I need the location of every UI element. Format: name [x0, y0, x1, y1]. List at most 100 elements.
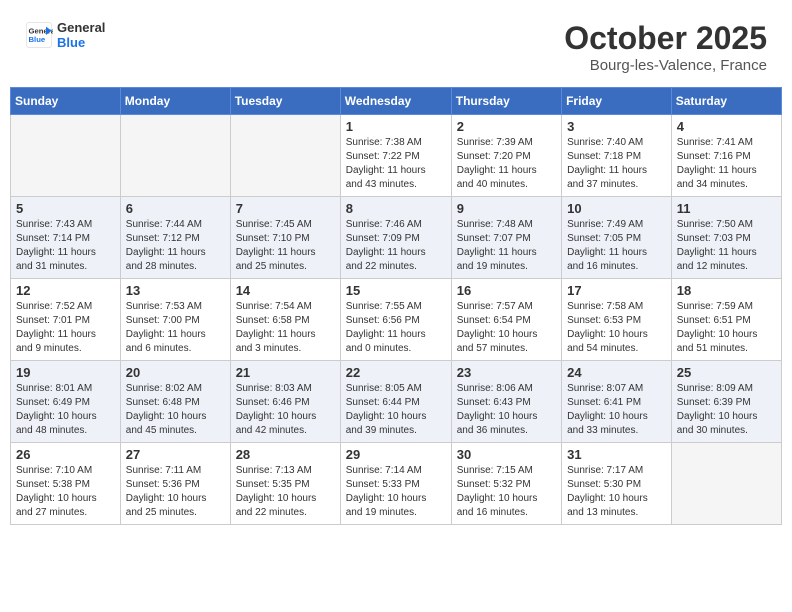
day-info: Sunrise: 7:54 AM Sunset: 6:58 PM Dayligh…: [236, 300, 335, 356]
calendar-day-cell: 15 Sunrise: 7:55 AM Sunset: 6:56 PM Dayli…: [340, 279, 451, 361]
calendar-day-cell: 25 Sunrise: 8:09 AM Sunset: 6:39 PM Dayli…: [671, 361, 781, 443]
calendar-day-cell: [11, 115, 121, 197]
calendar-day-cell: 31Sunrise: 7:17 AM Sunset: 5:30 PM Dayli…: [562, 443, 672, 525]
calendar-day-cell: 30 Sunrise: 7:15 AM Sunset: 5:32 PM Dayli…: [451, 443, 561, 525]
day-info: Sunrise: 7:17 AM Sunset: 5:30 PM Dayligh…: [567, 464, 666, 520]
weekday-header: Tuesday: [230, 88, 340, 115]
weekday-header: Sunday: [11, 88, 121, 115]
day-number: 17: [567, 283, 666, 298]
calendar-day-cell: 19Sunrise: 8:01 AM Sunset: 6:49 PM Dayli…: [11, 361, 121, 443]
day-info: Sunrise: 7:57 AM Sunset: 6:54 PM Dayligh…: [457, 300, 556, 356]
calendar-day-cell: 16 Sunrise: 7:57 AM Sunset: 6:54 PM Dayli…: [451, 279, 561, 361]
day-info: Sunrise: 7:11 AM Sunset: 5:36 PM Dayligh…: [126, 464, 225, 520]
day-info: Sunrise: 8:06 AM Sunset: 6:43 PM Dayligh…: [457, 382, 556, 438]
calendar-day-cell: 5Sunrise: 7:43 AM Sunset: 7:14 PM Daylig…: [11, 197, 121, 279]
day-number: 25: [677, 365, 776, 380]
calendar-day-cell: 1Sunrise: 7:38 AM Sunset: 7:22 PM Daylig…: [340, 115, 451, 197]
day-info: Sunrise: 7:50 AM Sunset: 7:03 PM Dayligh…: [677, 218, 776, 274]
calendar-day-cell: 8 Sunrise: 7:46 AM Sunset: 7:09 PM Daylig…: [340, 197, 451, 279]
day-info: Sunrise: 7:46 AM Sunset: 7:09 PM Dayligh…: [346, 218, 446, 274]
day-info: Sunrise: 8:05 AM Sunset: 6:44 PM Dayligh…: [346, 382, 446, 438]
calendar-day-cell: [230, 115, 340, 197]
day-info: Sunrise: 8:03 AM Sunset: 6:46 PM Dayligh…: [236, 382, 335, 438]
calendar-day-cell: 2 Sunrise: 7:39 AM Sunset: 7:20 PM Daylig…: [451, 115, 561, 197]
day-number: 3: [567, 119, 666, 134]
day-info: Sunrise: 7:41 AM Sunset: 7:16 PM Dayligh…: [677, 136, 776, 192]
day-number: 21: [236, 365, 335, 380]
calendar-day-cell: 26 Sunrise: 7:10 AM Sunset: 5:38 PM Dayli…: [11, 443, 121, 525]
day-info: Sunrise: 7:43 AM Sunset: 7:14 PM Dayligh…: [16, 218, 115, 274]
month-title: October 2025: [564, 20, 767, 57]
day-number: 6: [126, 201, 225, 216]
day-number: 19: [16, 365, 115, 380]
logo-icon: General Blue: [25, 21, 53, 49]
day-info: Sunrise: 7:58 AM Sunset: 6:53 PM Dayligh…: [567, 300, 666, 356]
day-number: 26: [16, 447, 115, 462]
day-number: 20: [126, 365, 225, 380]
calendar-day-cell: 28Sunrise: 7:13 AM Sunset: 5:35 PM Dayli…: [230, 443, 340, 525]
calendar-week-row: 26 Sunrise: 7:10 AM Sunset: 5:38 PM Dayli…: [11, 443, 782, 525]
day-info: Sunrise: 7:15 AM Sunset: 5:32 PM Dayligh…: [457, 464, 556, 520]
calendar-day-cell: 4 Sunrise: 7:41 AM Sunset: 7:16 PM Daylig…: [671, 115, 781, 197]
day-info: Sunrise: 8:07 AM Sunset: 6:41 PM Dayligh…: [567, 382, 666, 438]
day-number: 11: [677, 201, 776, 216]
weekday-header: Thursday: [451, 88, 561, 115]
day-info: Sunrise: 8:02 AM Sunset: 6:48 PM Dayligh…: [126, 382, 225, 438]
logo: General Blue General Blue: [25, 20, 105, 50]
day-number: 18: [677, 283, 776, 298]
calendar-day-cell: 29Sunrise: 7:14 AM Sunset: 5:33 PM Dayli…: [340, 443, 451, 525]
calendar-day-cell: 11 Sunrise: 7:50 AM Sunset: 7:03 PM Dayli…: [671, 197, 781, 279]
day-info: Sunrise: 7:10 AM Sunset: 5:38 PM Dayligh…: [16, 464, 115, 520]
svg-text:Blue: Blue: [29, 35, 46, 44]
calendar-day-cell: [671, 443, 781, 525]
day-info: Sunrise: 7:13 AM Sunset: 5:35 PM Dayligh…: [236, 464, 335, 520]
day-info: Sunrise: 7:55 AM Sunset: 6:56 PM Dayligh…: [346, 300, 446, 356]
title-block: October 2025 Bourg-les-Valence, France: [564, 20, 767, 74]
calendar-week-row: 5Sunrise: 7:43 AM Sunset: 7:14 PM Daylig…: [11, 197, 782, 279]
calendar-week-row: 12 Sunrise: 7:52 AM Sunset: 7:01 PM Dayli…: [11, 279, 782, 361]
day-number: 2: [457, 119, 556, 134]
calendar-week-row: 19Sunrise: 8:01 AM Sunset: 6:49 PM Dayli…: [11, 361, 782, 443]
day-info: Sunrise: 7:52 AM Sunset: 7:01 PM Dayligh…: [16, 300, 115, 356]
day-number: 1: [346, 119, 446, 134]
day-info: Sunrise: 8:09 AM Sunset: 6:39 PM Dayligh…: [677, 382, 776, 438]
calendar-day-cell: 14 Sunrise: 7:54 AM Sunset: 6:58 PM Dayli…: [230, 279, 340, 361]
location: Bourg-les-Valence, France: [564, 57, 767, 74]
logo-text-line2: Blue: [57, 35, 105, 50]
calendar-day-cell: 6Sunrise: 7:44 AM Sunset: 7:12 PM Daylig…: [120, 197, 230, 279]
calendar-day-cell: 9Sunrise: 7:48 AM Sunset: 7:07 PM Daylig…: [451, 197, 561, 279]
day-number: 13: [126, 283, 225, 298]
day-number: 30: [457, 447, 556, 462]
day-info: Sunrise: 7:53 AM Sunset: 7:00 PM Dayligh…: [126, 300, 225, 356]
calendar-week-row: 1Sunrise: 7:38 AM Sunset: 7:22 PM Daylig…: [11, 115, 782, 197]
day-number: 9: [457, 201, 556, 216]
calendar-day-cell: 18 Sunrise: 7:59 AM Sunset: 6:51 PM Dayli…: [671, 279, 781, 361]
calendar-day-cell: 10Sunrise: 7:49 AM Sunset: 7:05 PM Dayli…: [562, 197, 672, 279]
weekday-header: Saturday: [671, 88, 781, 115]
calendar-day-cell: 23 Sunrise: 8:06 AM Sunset: 6:43 PM Dayli…: [451, 361, 561, 443]
day-number: 12: [16, 283, 115, 298]
day-number: 4: [677, 119, 776, 134]
calendar-day-cell: 27 Sunrise: 7:11 AM Sunset: 5:36 PM Dayli…: [120, 443, 230, 525]
day-number: 14: [236, 283, 335, 298]
day-number: 8: [346, 201, 446, 216]
day-number: 10: [567, 201, 666, 216]
weekday-header: Friday: [562, 88, 672, 115]
day-number: 16: [457, 283, 556, 298]
day-number: 15: [346, 283, 446, 298]
calendar-table: SundayMondayTuesdayWednesdayThursdayFrid…: [10, 87, 782, 525]
day-number: 23: [457, 365, 556, 380]
day-number: 27: [126, 447, 225, 462]
day-info: Sunrise: 7:45 AM Sunset: 7:10 PM Dayligh…: [236, 218, 335, 274]
calendar-day-cell: 20 Sunrise: 8:02 AM Sunset: 6:48 PM Dayli…: [120, 361, 230, 443]
day-info: Sunrise: 7:59 AM Sunset: 6:51 PM Dayligh…: [677, 300, 776, 356]
day-info: Sunrise: 7:39 AM Sunset: 7:20 PM Dayligh…: [457, 136, 556, 192]
day-number: 29: [346, 447, 446, 462]
calendar-day-cell: 22Sunrise: 8:05 AM Sunset: 6:44 PM Dayli…: [340, 361, 451, 443]
weekday-header: Wednesday: [340, 88, 451, 115]
calendar-day-cell: 13 Sunrise: 7:53 AM Sunset: 7:00 PM Dayli…: [120, 279, 230, 361]
calendar-day-cell: 3 Sunrise: 7:40 AM Sunset: 7:18 PM Daylig…: [562, 115, 672, 197]
day-info: Sunrise: 7:40 AM Sunset: 7:18 PM Dayligh…: [567, 136, 666, 192]
page-header: General Blue General Blue October 2025 B…: [10, 10, 782, 79]
calendar-day-cell: 7Sunrise: 7:45 AM Sunset: 7:10 PM Daylig…: [230, 197, 340, 279]
